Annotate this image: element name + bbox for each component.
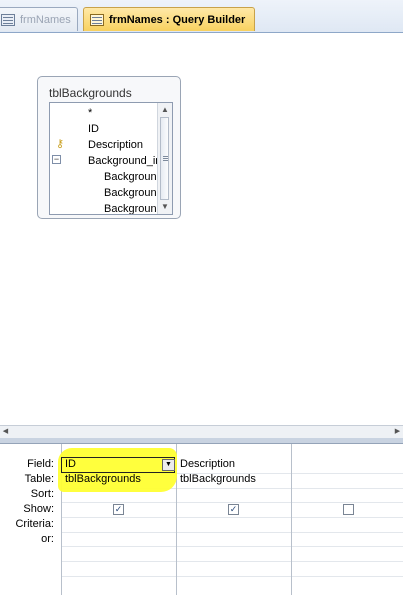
row-label-criteria: Criteria: <box>15 518 54 530</box>
document-tab-strip: frmNames frmNames : Query Builder <box>0 0 403 33</box>
dropdown-arrow-icon[interactable]: ▼ <box>162 459 175 471</box>
grip-icon <box>163 156 168 157</box>
query-icon <box>90 13 104 26</box>
collapse-icon[interactable]: − <box>52 155 61 164</box>
field-cell-selected[interactable] <box>61 457 175 473</box>
tab-label: frmNames : Query Builder <box>109 13 246 26</box>
field-item-id[interactable]: ID <box>88 121 99 137</box>
row-label-table: Table: <box>24 473 54 485</box>
pane-horizontal-scrollbar[interactable]: ◀ ▶ <box>0 425 403 439</box>
scroll-thumb[interactable] <box>160 117 169 200</box>
field-item-background[interactable]: Background <box>104 201 163 214</box>
query-design-grid[interactable]: Field: Table: Sort: Show: Criteria: or: … <box>0 444 403 595</box>
grid-table-col2[interactable]: tblBackgrounds <box>180 473 256 485</box>
show-checkbox-col3[interactable] <box>343 504 354 515</box>
grid-field-col2[interactable]: Description <box>180 458 235 470</box>
scroll-down-icon[interactable]: ▼ <box>159 201 171 213</box>
field-item-background[interactable]: Background <box>104 169 163 185</box>
primary-key-icon: ⚷ <box>56 138 65 150</box>
field-item-description[interactable]: Description <box>88 137 143 153</box>
show-checkbox-col2[interactable]: ✓ <box>228 504 239 515</box>
scroll-right-icon[interactable]: ▶ <box>393 427 402 436</box>
row-label-field: Field: <box>27 458 54 470</box>
field-item-background-im[interactable]: Background_im <box>88 153 164 169</box>
tab-query-builder[interactable]: frmNames : Query Builder <box>83 7 255 31</box>
row-label-or: or: <box>41 533 54 545</box>
grid-table-col1[interactable]: tblBackgrounds <box>65 473 141 485</box>
table-title[interactable]: tblBackgrounds <box>49 86 132 100</box>
field-list[interactable]: * ID ⚷ Description − Background_im Backg… <box>49 102 173 215</box>
show-checkbox-col1[interactable]: ✓ <box>113 504 124 515</box>
tab-frmnames[interactable]: frmNames <box>0 7 78 31</box>
table-field-list-window[interactable]: tblBackgrounds * ID ⚷ Description − Back… <box>37 76 181 219</box>
scroll-left-icon[interactable]: ◀ <box>1 427 10 436</box>
field-item-background[interactable]: Background <box>104 185 163 201</box>
form-icon <box>1 13 15 26</box>
field-item-all[interactable]: * <box>88 105 92 121</box>
row-label-show: Show: <box>23 503 54 515</box>
grid-field-col1[interactable]: ID <box>65 458 76 470</box>
scroll-up-icon[interactable]: ▲ <box>159 104 171 116</box>
table-pane[interactable]: tblBackgrounds * ID ⚷ Description − Back… <box>0 33 403 425</box>
field-list-scrollbar[interactable]: ▲ ▼ <box>157 103 172 214</box>
row-label-sort: Sort: <box>30 488 54 500</box>
tab-label: frmNames <box>20 13 71 26</box>
